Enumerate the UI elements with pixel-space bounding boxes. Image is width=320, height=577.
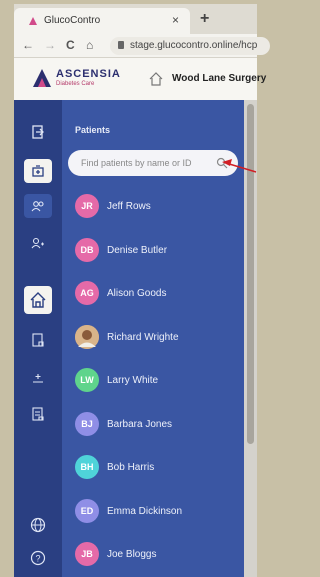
document-icon[interactable] bbox=[24, 402, 52, 426]
avatar: JB bbox=[75, 542, 99, 566]
brand-name: ASCENSIA bbox=[56, 68, 121, 80]
avatar: BJ bbox=[75, 411, 99, 436]
patient-list-item[interactable]: DB Denise Butler bbox=[75, 237, 239, 264]
patient-list-item[interactable]: JB Joe Bloggs bbox=[75, 542, 239, 568]
patient-list-item[interactable]: Richard Wrighte bbox=[75, 324, 239, 351]
annotation-arrow-icon bbox=[222, 159, 257, 173]
home-icon[interactable] bbox=[24, 286, 52, 314]
search-input[interactable]: Find patients by name or ID bbox=[68, 150, 238, 176]
patients-icon[interactable] bbox=[24, 194, 52, 218]
search-placeholder: Find patients by name or ID bbox=[81, 158, 192, 168]
patient-name: Alison Goods bbox=[107, 288, 167, 299]
patient-list-item[interactable]: JR Jeff Rows bbox=[75, 194, 239, 220]
patient-name: Denise Butler bbox=[107, 244, 168, 256]
add-user-icon[interactable] bbox=[24, 231, 52, 255]
ascensia-logo-icon bbox=[33, 69, 51, 87]
clinic-icon[interactable] bbox=[24, 159, 52, 183]
avatar: BH bbox=[75, 455, 99, 479]
url-text: stage.glucocontro.online/hcp bbox=[130, 40, 258, 51]
ascensia-favicon-icon bbox=[29, 17, 37, 25]
globe-icon[interactable] bbox=[24, 513, 52, 537]
sugar-icon[interactable] bbox=[24, 366, 52, 390]
patient-name: Richard Wrighte bbox=[107, 331, 179, 343]
lock-icon bbox=[118, 41, 124, 49]
patient-name: Barbara Jones bbox=[107, 418, 173, 430]
patient-name: Bob Harris bbox=[107, 462, 155, 473]
avatar: JR bbox=[75, 194, 99, 218]
brand-subtitle: Diabetes Care bbox=[56, 81, 95, 87]
patient-list-item[interactable]: BJ Barbara Jones bbox=[75, 411, 239, 438]
reload-icon[interactable]: C bbox=[66, 38, 75, 52]
reports-icon[interactable] bbox=[24, 328, 52, 352]
new-tab-button[interactable]: + bbox=[200, 10, 209, 28]
forward-arrow-icon[interactable]: → bbox=[44, 38, 56, 52]
app-header: ASCENSIA Diabetes Care Wood Lane Surgery bbox=[14, 58, 266, 100]
panel-title: Patients bbox=[75, 125, 111, 135]
tab-close-icon[interactable]: × bbox=[172, 13, 179, 27]
patient-name: Larry White bbox=[107, 375, 159, 386]
tab-title: GlucoContro bbox=[44, 15, 101, 26]
home-page-icon[interactable]: ⌂ bbox=[86, 38, 93, 52]
browser-address-bar: ← → C ⌂ stage.glucocontro.online/hcp bbox=[14, 34, 270, 58]
avatar: ED bbox=[75, 498, 99, 523]
exit-icon[interactable] bbox=[24, 120, 52, 144]
patient-list-item[interactable]: AG Alison Goods bbox=[75, 281, 239, 307]
patient-list-item[interactable]: BH Bob Harris bbox=[75, 455, 239, 481]
svg-text:?: ? bbox=[35, 554, 40, 564]
practice-name[interactable]: Wood Lane Surgery bbox=[172, 73, 266, 84]
browser-tab[interactable]: GlucoContro × bbox=[14, 8, 190, 34]
url-input[interactable]: stage.glucocontro.online/hcp bbox=[110, 37, 270, 55]
patient-list-item[interactable]: LW Larry White bbox=[75, 368, 239, 394]
browser-tab-bar: GlucoContro × + bbox=[14, 4, 257, 34]
back-arrow-icon[interactable]: ← bbox=[22, 38, 34, 52]
patient-name: Joe Bloggs bbox=[107, 549, 157, 560]
help-icon[interactable]: ? bbox=[24, 546, 52, 570]
avatar bbox=[75, 324, 99, 349]
patient-name: Jeff Rows bbox=[107, 201, 151, 212]
sidebar-rail: ? bbox=[14, 100, 62, 577]
avatar: DB bbox=[75, 237, 99, 262]
patient-list-item[interactable]: ED Emma Dickinson bbox=[75, 498, 239, 525]
patient-name: Emma Dickinson bbox=[107, 505, 183, 517]
avatar: LW bbox=[75, 368, 99, 392]
practice-home-icon bbox=[149, 72, 163, 86]
patients-panel: Patients Find patients by name or ID JR J… bbox=[62, 100, 244, 577]
avatar: AG bbox=[75, 281, 99, 305]
